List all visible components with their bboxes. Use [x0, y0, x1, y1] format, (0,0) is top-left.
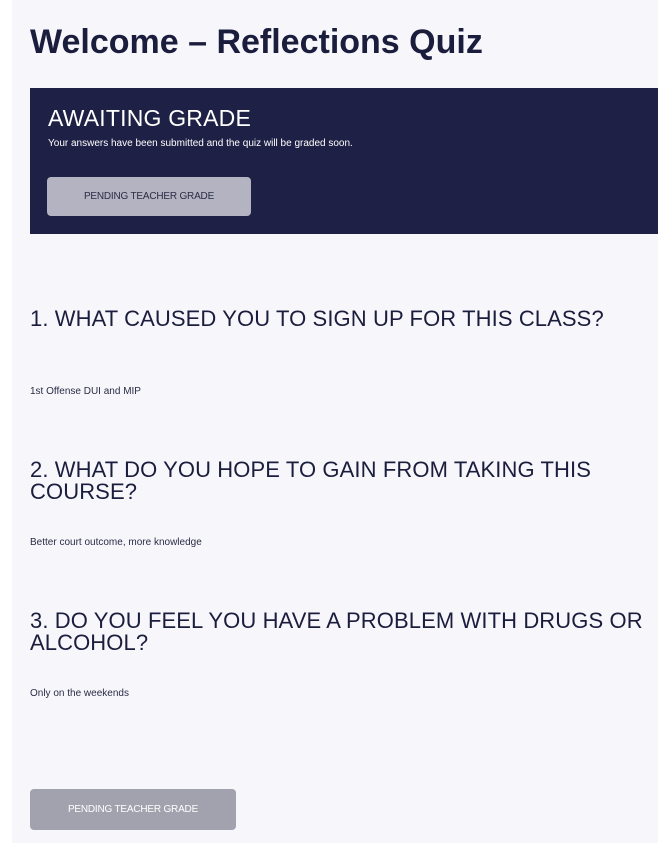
status-title: AWAITING GRADE [48, 105, 251, 131]
question-answer: 1st Offense DUI and MIP [30, 386, 141, 397]
pending-teacher-grade-button[interactable]: PENDING TEACHER GRADE [47, 177, 251, 216]
question-answer: Only on the weekends [30, 688, 129, 699]
question-heading: 2. WHAT DO YOU HOPE TO GAIN FROM TAKING … [30, 457, 592, 504]
quiz-page: Welcome – Reflections Quiz AWAITING GRAD… [12, 0, 658, 843]
question-3: 3. DO YOU FEEL YOU HAVE A PROBLEM WITH D… [30, 608, 658, 700]
grade-status-banner: AWAITING GRADE Your answers have been su… [30, 88, 658, 234]
question-heading: 1. WHAT CAUSED YOU TO SIGN UP FOR THIS C… [30, 306, 604, 331]
footer-pending-teacher-grade-button[interactable]: PENDING TEACHER GRADE [30, 789, 236, 830]
question-1: 1. WHAT CAUSED YOU TO SIGN UP FOR THIS C… [30, 306, 658, 398]
page-title: Welcome – Reflections Quiz [30, 23, 483, 61]
question-answer: Better court outcome, more knowledge [30, 537, 202, 548]
question-2: 2. WHAT DO YOU HOPE TO GAIN FROM TAKING … [30, 457, 658, 549]
question-heading: 3. DO YOU FEEL YOU HAVE A PROBLEM WITH D… [30, 608, 643, 655]
status-message: Your answers have been submitted and the… [48, 138, 353, 149]
